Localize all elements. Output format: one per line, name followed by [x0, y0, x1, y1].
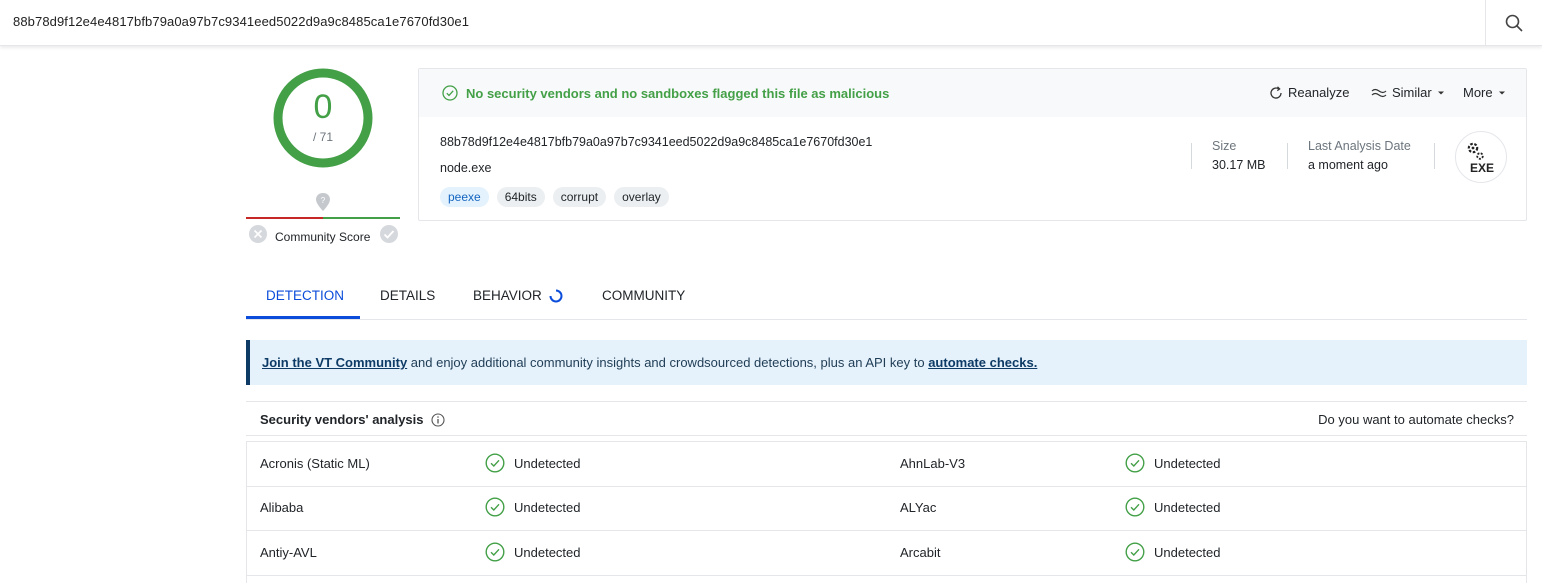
summary-header: No security vendors and no sandboxes fla…	[419, 69, 1526, 117]
banner-message: and enjoy additional community insights …	[407, 355, 929, 370]
vendor-result: Undetected	[485, 542, 581, 562]
tab-label: DETAILS	[380, 288, 436, 303]
file-tags: peexe 64bits corrupt overlay	[440, 187, 669, 207]
tag-chip[interactable]: 64bits	[496, 187, 545, 207]
location-pin-icon: ?	[316, 193, 330, 211]
size-label: Size	[1212, 139, 1237, 153]
vendors-title: Security vendors' analysis	[260, 412, 445, 427]
community-score: ? Community Score	[246, 192, 400, 247]
vendor-result: Undetected	[1125, 453, 1221, 473]
file-type-text: EXE	[1470, 161, 1494, 175]
vendor-result-text: Undetected	[514, 455, 581, 471]
vendor-name: ALYac	[900, 500, 937, 515]
join-community-link[interactable]: Join the VT Community	[262, 355, 407, 370]
table-row: Acronis (Static ML) Undetected AhnLab-V3…	[247, 442, 1526, 487]
vendor-name: Arcabit	[900, 545, 941, 560]
search-icon	[1505, 14, 1523, 32]
tab-community[interactable]: COMMUNITY	[602, 288, 685, 303]
vendors-table: Acronis (Static ML) Undetected AhnLab-V3…	[246, 441, 1527, 583]
vendor-result: Undetected	[1125, 542, 1221, 562]
similar-label: Similar	[1392, 85, 1432, 100]
exe-file-icon: EXE	[1467, 142, 1494, 175]
community-bar-negative	[246, 217, 323, 219]
tab-detection[interactable]: DETECTION	[266, 288, 344, 303]
automate-checks-link[interactable]: automate checks.	[928, 355, 1037, 370]
vendor-name: Antiy-AVL	[260, 545, 317, 560]
check-circle-icon	[1125, 542, 1145, 562]
refresh-icon	[1270, 85, 1282, 99]
community-score-label: Community Score	[275, 230, 371, 244]
divider	[1287, 143, 1288, 169]
vendors-header: Security vendors' analysis Do you want t…	[246, 401, 1527, 436]
tab-behavior[interactable]: BEHAVIOR	[473, 288, 563, 303]
tab-label: DETECTION	[266, 288, 345, 303]
divider	[1191, 143, 1192, 169]
banner-text: Join the VT Community and enjoy addition…	[262, 355, 1037, 370]
vendor-name: Acronis (Static ML)	[260, 456, 370, 471]
check-circle-icon	[1125, 497, 1145, 517]
size-value: 30.17 MB	[1212, 158, 1266, 172]
check-circle-icon	[485, 542, 505, 562]
vendors-title-text: Security vendors' analysis	[260, 412, 424, 427]
caret-down-icon	[1437, 91, 1444, 94]
downvote-icon[interactable]	[248, 224, 268, 244]
table-row: Alibaba Undetected ALYac Undetected	[247, 486, 1526, 531]
search-button[interactable]	[1485, 0, 1542, 46]
tag-chip[interactable]: corrupt	[552, 187, 607, 207]
upvote-icon[interactable]	[379, 224, 399, 244]
detection-total: / 71	[312, 130, 333, 144]
detection-count: 0	[313, 88, 333, 126]
file-name: node.exe	[440, 161, 492, 175]
tab-label: BEHAVIOR	[473, 288, 542, 303]
tab-label: COMMUNITY	[602, 288, 686, 303]
vendor-name: Alibaba	[260, 500, 304, 515]
reanalyze-button[interactable]: Reanalyze	[1269, 85, 1349, 100]
more-label: More	[1463, 85, 1493, 100]
info-icon[interactable]	[430, 412, 445, 427]
loading-spinner-icon	[549, 289, 563, 302]
tag-chip[interactable]: peexe	[440, 187, 489, 207]
more-button[interactable]: More	[1463, 85, 1506, 100]
search-bar: 88b78d9f12e4e4817bfb79a0a97b7c9341eed502…	[0, 0, 1542, 46]
check-circle-icon	[485, 453, 505, 473]
svg-text:?: ?	[321, 196, 326, 205]
tab-bar: DETECTION DETAILS BEHAVIOR COMMUNITY	[246, 280, 1527, 320]
vendor-result-text: Undetected	[514, 499, 581, 515]
check-circle-icon	[1125, 453, 1145, 473]
check-circle-icon	[442, 85, 458, 101]
divider	[1434, 143, 1435, 169]
automate-checks-link[interactable]: Do you want to automate checks?	[1318, 412, 1514, 427]
caret-down-icon	[1498, 91, 1505, 94]
detection-score: 0 / 71	[273, 68, 373, 168]
tab-details[interactable]: DETAILS	[380, 288, 435, 303]
last-analysis-value: a moment ago	[1308, 158, 1388, 172]
similar-icon	[1371, 88, 1387, 97]
file-type-badge: EXE	[1455, 131, 1507, 183]
file-hash[interactable]: 88b78d9f12e4e4817bfb79a0a97b7c9341eed502…	[440, 135, 872, 149]
similar-button[interactable]: Similar	[1371, 85, 1445, 100]
file-summary-card: No security vendors and no sandboxes fla…	[418, 68, 1527, 221]
community-bar-positive	[323, 217, 400, 219]
vendor-name: AhnLab-V3	[900, 456, 966, 471]
table-row: Antiy-AVL Undetected Arcabit Undetected	[247, 531, 1526, 576]
vendor-result-text: Undetected	[1154, 499, 1221, 515]
last-analysis-label: Last Analysis Date	[1308, 139, 1411, 153]
vendor-result-text: Undetected	[1154, 455, 1221, 471]
vendor-result: Undetected	[1125, 497, 1221, 517]
vendor-result: Undetected	[485, 497, 581, 517]
vendor-result-text: Undetected	[1154, 544, 1221, 560]
search-input[interactable]: 88b78d9f12e4e4817bfb79a0a97b7c9341eed502…	[13, 14, 469, 29]
active-tab-indicator	[246, 316, 360, 319]
reanalyze-label: Reanalyze	[1288, 85, 1350, 100]
vendor-result: Undetected	[485, 453, 581, 473]
analysis-status: No security vendors and no sandboxes fla…	[466, 86, 890, 101]
community-banner: Join the VT Community and enjoy addition…	[246, 340, 1527, 385]
check-circle-icon	[485, 497, 505, 517]
vendor-result-text: Undetected	[514, 544, 581, 560]
tag-chip[interactable]: overlay	[614, 187, 669, 207]
